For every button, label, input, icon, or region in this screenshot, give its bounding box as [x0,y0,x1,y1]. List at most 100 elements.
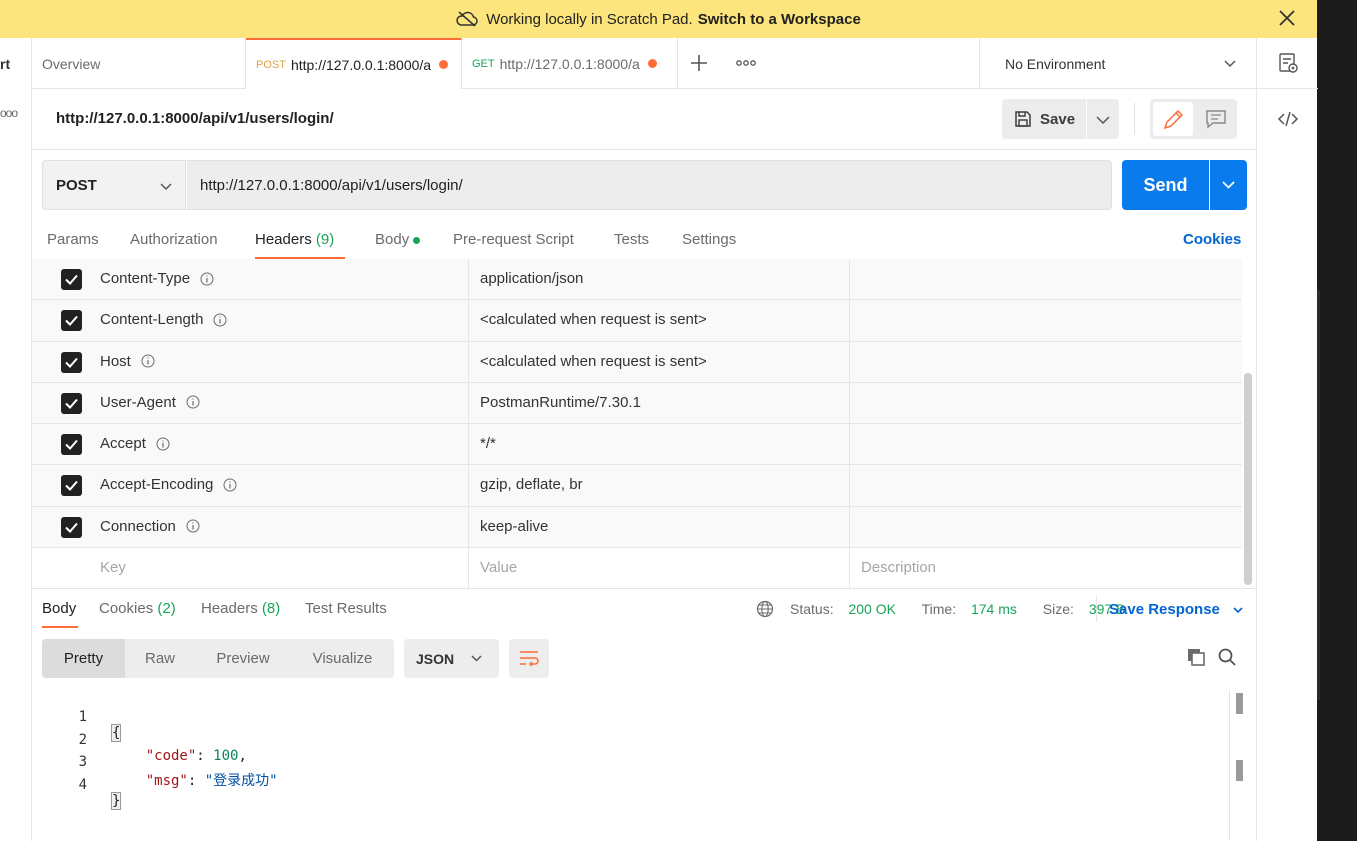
header-value[interactable]: */* [480,435,496,452]
view-preview[interactable]: Preview [195,639,291,678]
description-placeholder[interactable]: Description [861,559,936,576]
header-key[interactable]: Host [100,353,155,370]
header-enabled-checkbox[interactable] [61,475,82,497]
header-value[interactable]: <calculated when request is sent> [480,353,707,370]
request-title[interactable]: http://127.0.0.1:8000/api/v1/users/login… [56,110,334,127]
method-label: POST [56,176,97,194]
header-key-text: Connection [100,517,176,535]
response-tab-headers[interactable]: Headers (8) [201,600,280,617]
close-icon[interactable] [1277,8,1297,28]
editor-scroll-track [1229,690,1230,841]
response-tab-headers-label: Headers [201,600,258,617]
view-pretty[interactable]: Pretty [42,639,125,678]
response-tab-cookies[interactable]: Cookies (2) [99,600,176,617]
response-tab-cookies-label: Cookies [99,600,154,617]
tab-body[interactable]: Body [375,231,421,248]
environment-selector[interactable]: No Environment [979,38,1257,89]
chevron-down-icon [1096,116,1110,125]
info-icon[interactable] [200,272,214,286]
divider [32,149,1257,150]
sidebar-import-label[interactable]: rt [0,56,10,72]
info-icon[interactable] [223,478,237,492]
comments-button[interactable] [1198,102,1234,136]
switch-workspace-link[interactable]: Switch to a Workspace [698,11,861,28]
tab-headers[interactable]: Headers (9) [255,231,334,248]
header-enabled-checkbox[interactable] [61,434,82,456]
header-enabled-checkbox[interactable] [61,516,82,538]
header-enabled-checkbox[interactable] [61,269,82,290]
more-options-icon[interactable]: ooo [0,106,18,120]
header-value[interactable]: keep-alive [480,518,548,535]
response-tab-test-results[interactable]: Test Results [305,600,387,617]
unsaved-indicator [647,59,657,68]
header-key-text: Host [100,352,131,370]
environment-label: No Environment [1005,55,1106,72]
header-key[interactable]: Connection [100,518,200,535]
header-value[interactable]: PostmanRuntime/7.30.1 [480,394,641,411]
status-stat[interactable]: Status: 200 OK [790,601,907,617]
new-tab-plus-icon[interactable] [688,52,710,74]
response-body-editor[interactable]: 1 { 2 "code": 100, 3 "msg": "登录成功" 4 } [32,690,1257,841]
time-stat[interactable]: Time: 174 ms [922,601,1028,617]
cookies-link[interactable]: Cookies [1183,231,1241,248]
view-raw[interactable]: Raw [125,639,195,678]
info-icon[interactable] [156,437,170,451]
environment-quick-look-icon[interactable] [1277,52,1299,74]
tab-request-users[interactable]: GET http://127.0.0.1:8000/api/v1/users/ [462,38,678,89]
tab-tests[interactable]: Tests [614,231,649,248]
desktop-background [1317,0,1357,841]
save-options-dropdown[interactable] [1087,99,1119,139]
info-icon[interactable] [213,313,227,327]
header-enabled-checkbox[interactable] [61,310,82,332]
value-placeholder[interactable]: Value [480,559,517,576]
info-icon[interactable] [186,519,200,533]
code-snippet-icon[interactable] [1277,108,1299,130]
tab-overview[interactable]: Overview [32,38,246,89]
editor-scroll-marker[interactable] [1236,760,1243,781]
table-row: Connection keep-alive [32,506,1242,549]
header-enabled-checkbox[interactable] [61,351,82,373]
info-icon[interactable] [186,395,200,409]
header-value[interactable]: gzip, deflate, br [480,476,583,493]
sidebar-collapsed: rt ooo [0,38,32,841]
size-label: Size: [1042,601,1074,617]
format-selector[interactable]: JSON [404,639,499,678]
send-label: Send [1143,174,1188,195]
wrap-lines-button[interactable] [509,639,549,678]
send-options-dropdown[interactable] [1210,160,1247,210]
save-button[interactable]: Save [1002,99,1086,139]
line-number: 4 [78,777,87,793]
header-key[interactable]: User-Agent [100,394,200,411]
view-visualize[interactable]: Visualize [291,639,394,678]
header-key[interactable]: Accept-Encoding [100,476,237,493]
save-response-label: Save Response [1109,601,1220,618]
tab-url: http://127.0.0.1:8000/api/v1/users/login… [290,56,431,73]
response-tab-body[interactable]: Body [42,600,76,617]
globe-icon[interactable] [756,600,774,618]
edit-mode-button[interactable] [1153,102,1193,136]
copy-icon[interactable] [1186,647,1206,667]
tab-authorization[interactable]: Authorization [130,231,218,248]
save-response-button[interactable]: Save Response [1109,601,1244,618]
tabs-more-icon[interactable] [734,52,758,74]
code-brace: } [110,792,122,810]
method-selector[interactable]: POST [42,160,186,210]
header-key[interactable]: Accept [100,435,170,452]
header-value[interactable]: <calculated when request is sent> [480,311,707,328]
header-value[interactable]: application/json [480,270,583,287]
url-input[interactable] [187,160,1112,210]
header-key[interactable]: Content-Type [100,270,214,287]
tab-params[interactable]: Params [47,231,99,248]
header-key[interactable]: Content-Length [100,311,227,328]
header-key-text: Content-Type [100,270,191,287]
key-placeholder[interactable]: Key [100,559,126,576]
editor-scroll-marker[interactable] [1236,693,1243,714]
info-icon[interactable] [141,354,155,368]
tab-pre-request-script[interactable]: Pre-request Script [453,231,574,248]
tab-request-login[interactable]: POST http://127.0.0.1:8000/api/v1/users/… [246,38,462,89]
tab-settings[interactable]: Settings [682,231,736,248]
search-icon[interactable] [1217,647,1237,667]
headers-scrollbar[interactable] [1244,373,1252,585]
send-button[interactable]: Send [1122,160,1209,210]
header-enabled-checkbox[interactable] [61,392,82,414]
